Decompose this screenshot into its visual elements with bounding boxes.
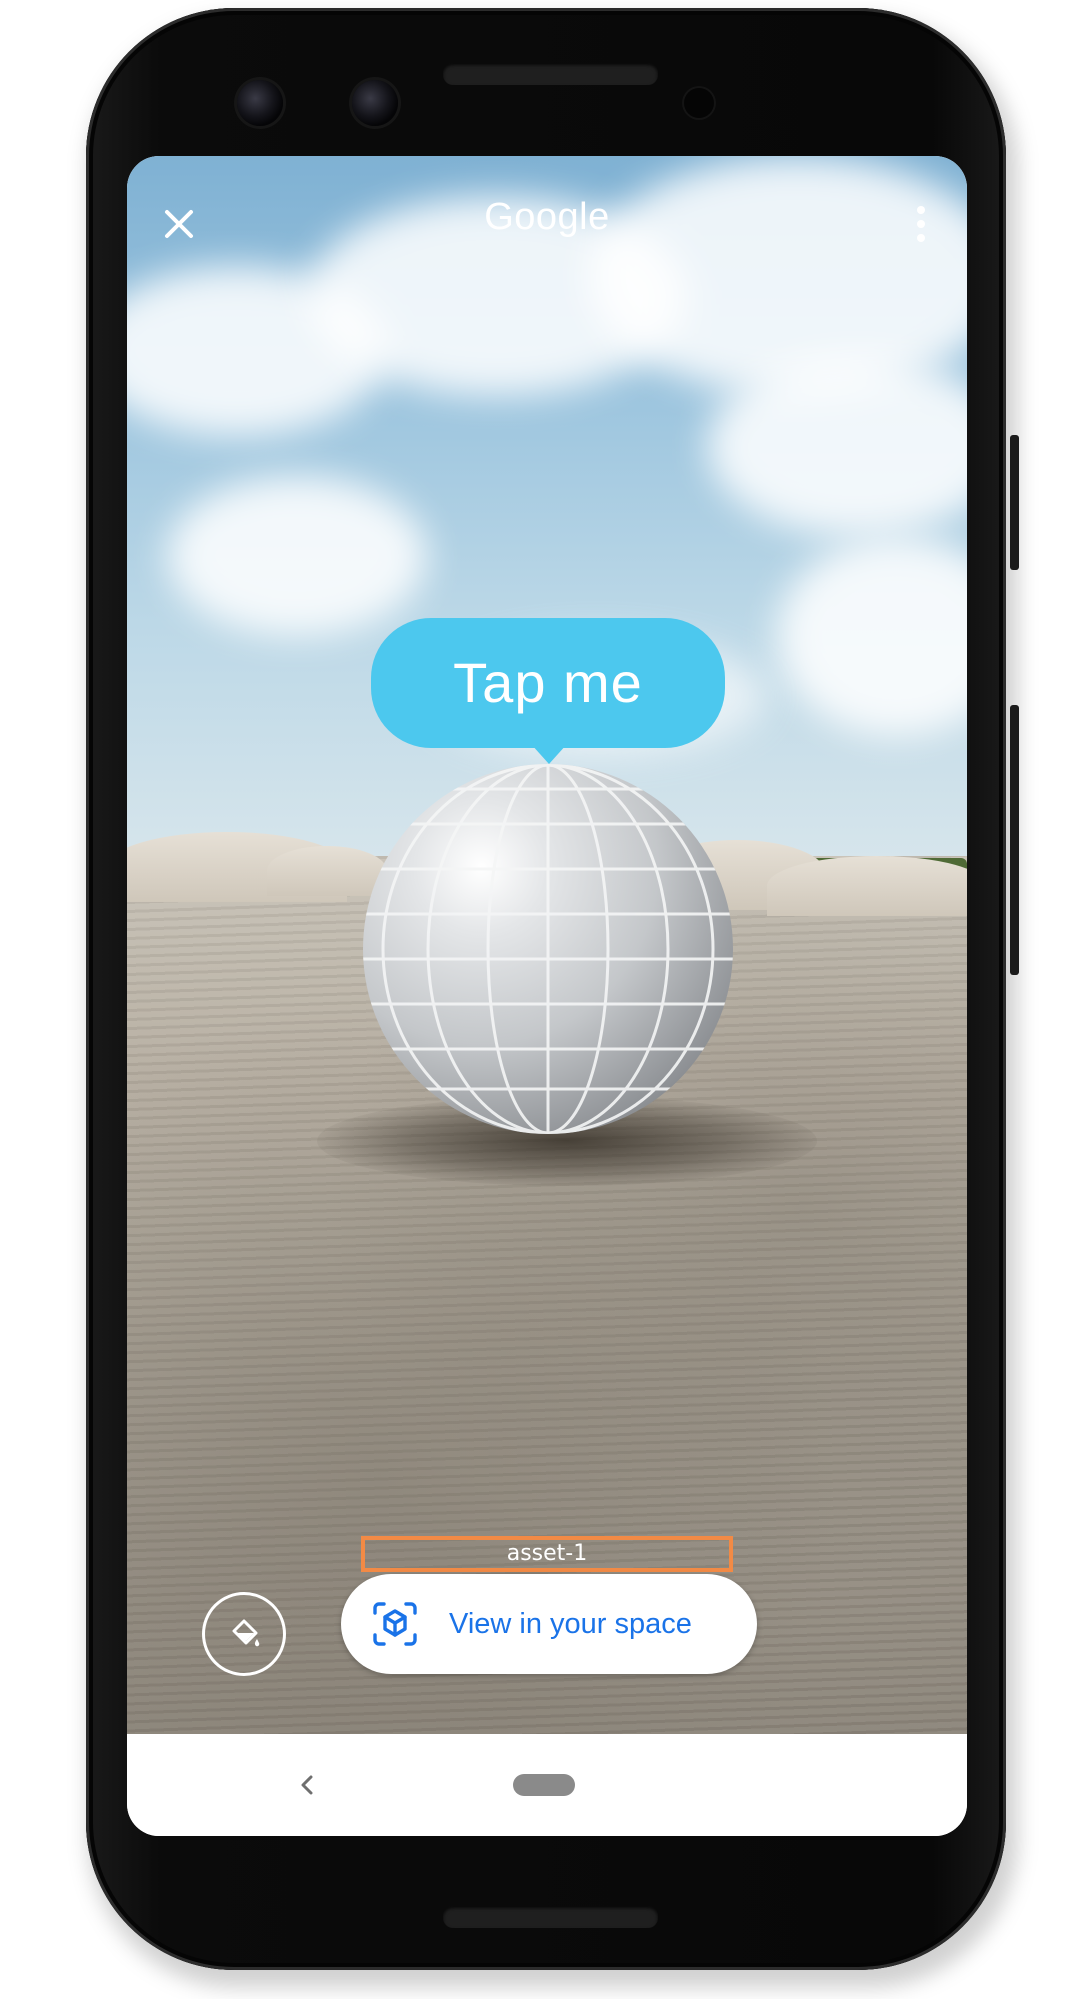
home-pill-icon[interactable] bbox=[513, 1774, 575, 1796]
screenshot-stage: Tap me Google asset-1 View in your space bbox=[0, 0, 1081, 1999]
proximity-sensor bbox=[684, 88, 714, 118]
view-in-your-space-button[interactable]: View in your space bbox=[341, 1574, 757, 1674]
cloud bbox=[167, 476, 427, 636]
3d-scene-viewer[interactable]: Tap me Google asset-1 View in your space bbox=[127, 156, 967, 1734]
google-logo-title: Google bbox=[484, 196, 610, 238]
tooltip-tail bbox=[531, 744, 567, 764]
environment-button[interactable] bbox=[202, 1592, 286, 1676]
back-button[interactable] bbox=[292, 1770, 322, 1800]
view-in-your-space-label: View in your space bbox=[449, 1608, 692, 1640]
power-button bbox=[1010, 435, 1019, 570]
more-vert-icon bbox=[917, 206, 925, 242]
asset-annotation-box: asset-1 bbox=[361, 1536, 733, 1572]
more-options-button[interactable] bbox=[907, 200, 935, 248]
top-speaker bbox=[443, 63, 658, 85]
front-camera-icon bbox=[237, 80, 283, 126]
phone-screen: Tap me Google asset-1 View in your space bbox=[127, 156, 967, 1836]
sand-dune bbox=[767, 856, 967, 916]
front-camera-icon bbox=[352, 80, 398, 126]
bottom-speaker bbox=[443, 1906, 658, 1928]
tap-me-tooltip[interactable]: Tap me bbox=[371, 618, 725, 748]
close-icon bbox=[165, 210, 193, 238]
volume-button bbox=[1010, 705, 1019, 975]
system-navigation-bar bbox=[127, 1734, 967, 1836]
close-button[interactable] bbox=[157, 202, 201, 246]
paint-bucket-icon bbox=[232, 1619, 260, 1647]
chevron-left-icon bbox=[301, 1775, 313, 1795]
3d-sphere-model[interactable] bbox=[363, 764, 733, 1134]
ar-cube-icon bbox=[373, 1602, 417, 1646]
